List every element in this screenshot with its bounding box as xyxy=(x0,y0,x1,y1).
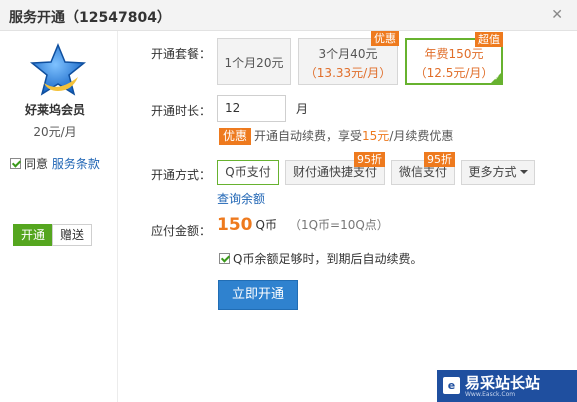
package-option-3months[interactable]: 优惠 3个月40元 （13.33元/月） xyxy=(298,31,399,85)
discount-tag: 95折 xyxy=(424,152,455,167)
auto-renew-checkbox[interactable] xyxy=(219,253,230,264)
chevron-down-icon xyxy=(519,170,528,174)
duration-label: 开通时长： xyxy=(151,104,212,118)
member-price: 20元/月 xyxy=(33,125,77,139)
sidebar: 好莱坞会员 20元/月 同意 服务条款 开通 赠送 xyxy=(0,31,118,402)
package-option-monthly: （13.33元/月） xyxy=(304,66,392,80)
terms-link[interactable]: 服务条款 xyxy=(52,157,100,171)
tab-open[interactable]: 开通 xyxy=(13,224,54,246)
member-name: 好莱坞会员 xyxy=(24,103,85,117)
amount-label: 应付金额： xyxy=(151,224,212,238)
auto-renew-label: Q币余额足够时，到期后自动续费。 xyxy=(233,252,423,266)
package-option-title: 1个月20元 xyxy=(224,56,284,70)
title-bar: 服务开通（12547804） ✕ xyxy=(0,0,577,31)
watermark-logo-icon: e xyxy=(443,377,460,394)
package-option-year[interactable]: 超值 年费150元 （12.5元/月） ✓ xyxy=(405,32,503,85)
amount-unit: Q币 xyxy=(255,218,277,232)
discount-tag: 优惠 xyxy=(371,31,399,46)
pay-method-label: Q币支付 xyxy=(225,165,271,179)
auto-renew-option[interactable]: Q币余额足够时，到期后自动续费。 xyxy=(219,250,422,267)
package-option-monthly: （12.5元/月） xyxy=(414,66,494,80)
watermark-url: Www.Easck.Com xyxy=(465,391,516,398)
agree-terms[interactable]: 同意 服务条款 xyxy=(10,155,100,172)
promo-suffix: /月续费优惠 xyxy=(389,129,454,143)
pay-wechat-button[interactable]: 95折 微信支付 xyxy=(391,152,455,185)
value-tag: 超值 xyxy=(475,32,503,47)
discount-tag: 95折 xyxy=(354,152,385,167)
package-option-title: 年费150元 xyxy=(424,47,484,61)
exchange-rate-note: （1Q币=10Q点） xyxy=(288,218,389,232)
site-watermark: e 易采站长站 Www.Easck.Com xyxy=(437,370,577,402)
check-balance-link[interactable]: 查询余额 xyxy=(217,190,265,207)
promo-text: 开通自动续费，享受 xyxy=(254,129,363,143)
pay-method-label: 财付通快捷支付 xyxy=(292,165,377,179)
tab-gift[interactable]: 赠送 xyxy=(52,224,93,246)
open-now-button[interactable]: 立即开通 xyxy=(218,280,298,310)
window-title: 服务开通（12547804） xyxy=(9,10,171,26)
duration-input[interactable]: 12 xyxy=(217,95,286,122)
sidebar-tabs: 开通 赠送 xyxy=(13,224,93,246)
package-option-title: 3个月40元 xyxy=(318,47,378,61)
duration-unit: 月 xyxy=(296,102,309,116)
package-option-1month[interactable]: 1个月20元 xyxy=(217,38,291,85)
auto-renew-promo: 优惠 开通自动续费，享受15元/月续费优惠 xyxy=(219,127,453,145)
pay-method-label: 微信支付 xyxy=(398,165,447,179)
promo-badge: 优惠 xyxy=(219,128,252,145)
pay-method-label: 更多方式 xyxy=(468,165,517,179)
agree-checkbox[interactable] xyxy=(10,158,21,169)
agree-label: 同意 xyxy=(24,157,49,171)
member-star-icon xyxy=(29,43,87,96)
close-icon[interactable]: ✕ xyxy=(551,7,563,23)
pay-qcoin-button[interactable]: Q币支付 xyxy=(217,160,279,185)
promo-price: 15元 xyxy=(362,129,390,143)
payment-label: 开通方式： xyxy=(151,168,212,182)
amount-value: 150 xyxy=(217,215,253,235)
pay-tenpay-button[interactable]: 95折 财付通快捷支付 xyxy=(285,152,385,185)
watermark-text: 易采站长站 xyxy=(465,374,541,392)
package-label: 开通套餐： xyxy=(151,47,212,61)
check-icon: ✓ xyxy=(494,74,500,82)
more-methods-dropdown[interactable]: 更多方式 xyxy=(461,160,535,185)
amount-due: 150 Q币 （1Q币=10Q点） xyxy=(217,215,389,235)
